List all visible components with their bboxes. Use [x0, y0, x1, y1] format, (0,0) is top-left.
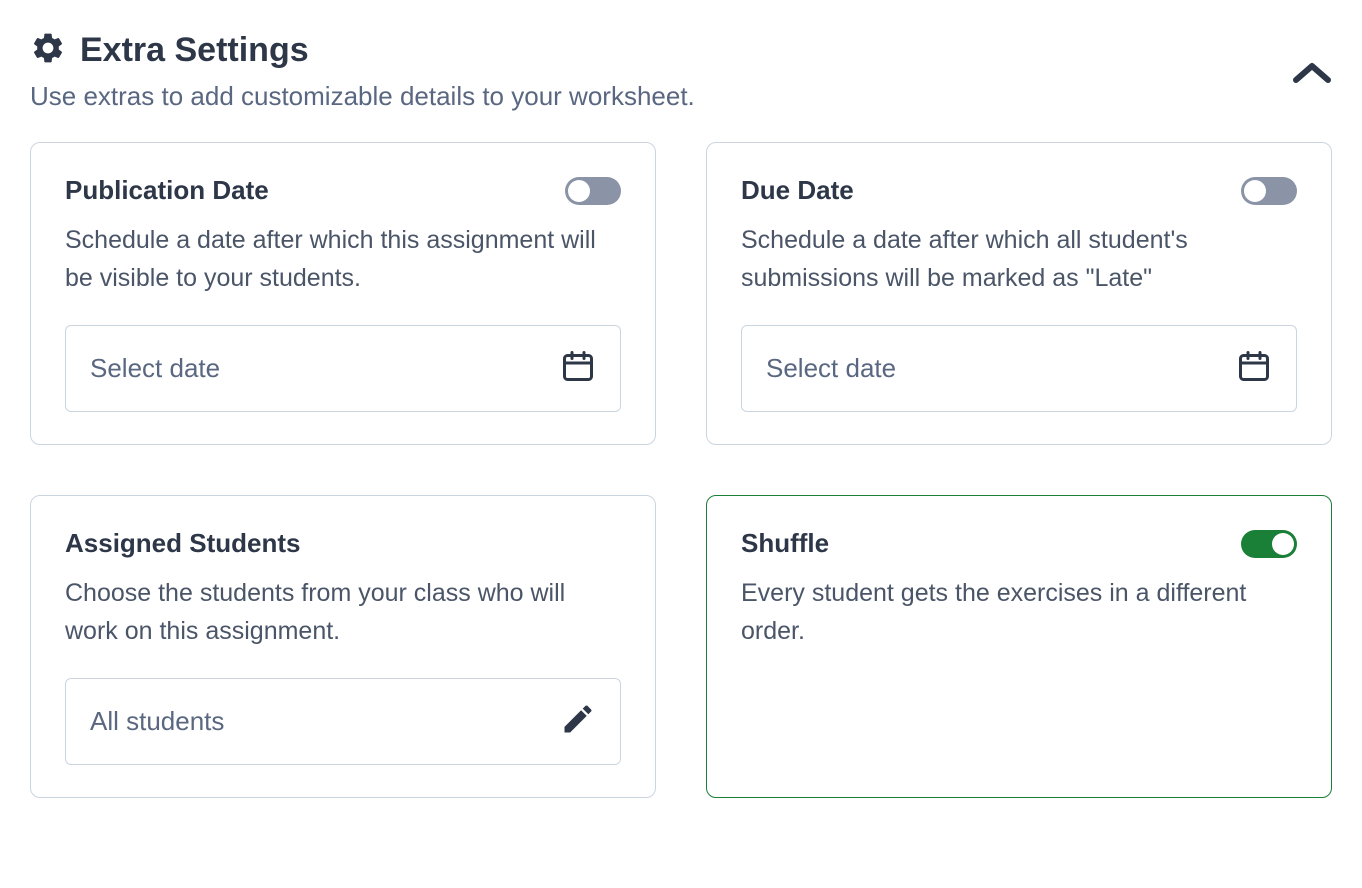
due-date-desc: Schedule a date after which all student'… [741, 222, 1297, 297]
settings-grid: Publication Date Schedule a date after w… [30, 142, 1332, 798]
shuffle-toggle[interactable] [1241, 530, 1297, 558]
shuffle-card: Shuffle Every student gets the exercises… [706, 495, 1332, 798]
card-header: Due Date [741, 175, 1297, 206]
toggle-knob [568, 180, 590, 202]
assigned-students-card: Assigned Students Choose the students fr… [30, 495, 656, 798]
shuffle-title: Shuffle [741, 528, 829, 559]
assigned-students-input[interactable]: All students [65, 678, 621, 765]
toggle-knob [1244, 180, 1266, 202]
shuffle-desc: Every student gets the exercises in a di… [741, 575, 1297, 650]
section-header: Extra Settings Use extras to add customi… [30, 30, 1332, 112]
card-header: Shuffle [741, 528, 1297, 559]
chevron-up-icon [1292, 75, 1332, 92]
due-date-placeholder: Select date [766, 353, 896, 384]
due-date-title: Due Date [741, 175, 854, 206]
publication-date-toggle[interactable] [565, 177, 621, 205]
due-date-toggle[interactable] [1241, 177, 1297, 205]
assigned-students-title: Assigned Students [65, 528, 300, 559]
card-header: Publication Date [65, 175, 621, 206]
publication-date-title: Publication Date [65, 175, 269, 206]
publication-date-placeholder: Select date [90, 353, 220, 384]
title-row: Extra Settings [30, 30, 1292, 71]
toggle-knob [1272, 533, 1294, 555]
due-date-input[interactable]: Select date [741, 325, 1297, 412]
due-date-card: Due Date Schedule a date after which all… [706, 142, 1332, 445]
calendar-icon [1236, 348, 1272, 389]
publication-date-desc: Schedule a date after which this assignm… [65, 222, 621, 297]
publication-date-card: Publication Date Schedule a date after w… [30, 142, 656, 445]
section-subtitle: Use extras to add customizable details t… [30, 81, 1292, 112]
gear-icon [30, 30, 66, 71]
assigned-students-desc: Choose the students from your class who … [65, 575, 621, 650]
card-header: Assigned Students [65, 528, 621, 559]
publication-date-input[interactable]: Select date [65, 325, 621, 412]
pencil-icon [560, 701, 596, 742]
section-title: Extra Settings [80, 31, 309, 70]
header-left: Extra Settings Use extras to add customi… [30, 30, 1292, 112]
calendar-icon [560, 348, 596, 389]
assigned-students-value: All students [90, 706, 224, 737]
collapse-toggle[interactable] [1292, 60, 1332, 93]
